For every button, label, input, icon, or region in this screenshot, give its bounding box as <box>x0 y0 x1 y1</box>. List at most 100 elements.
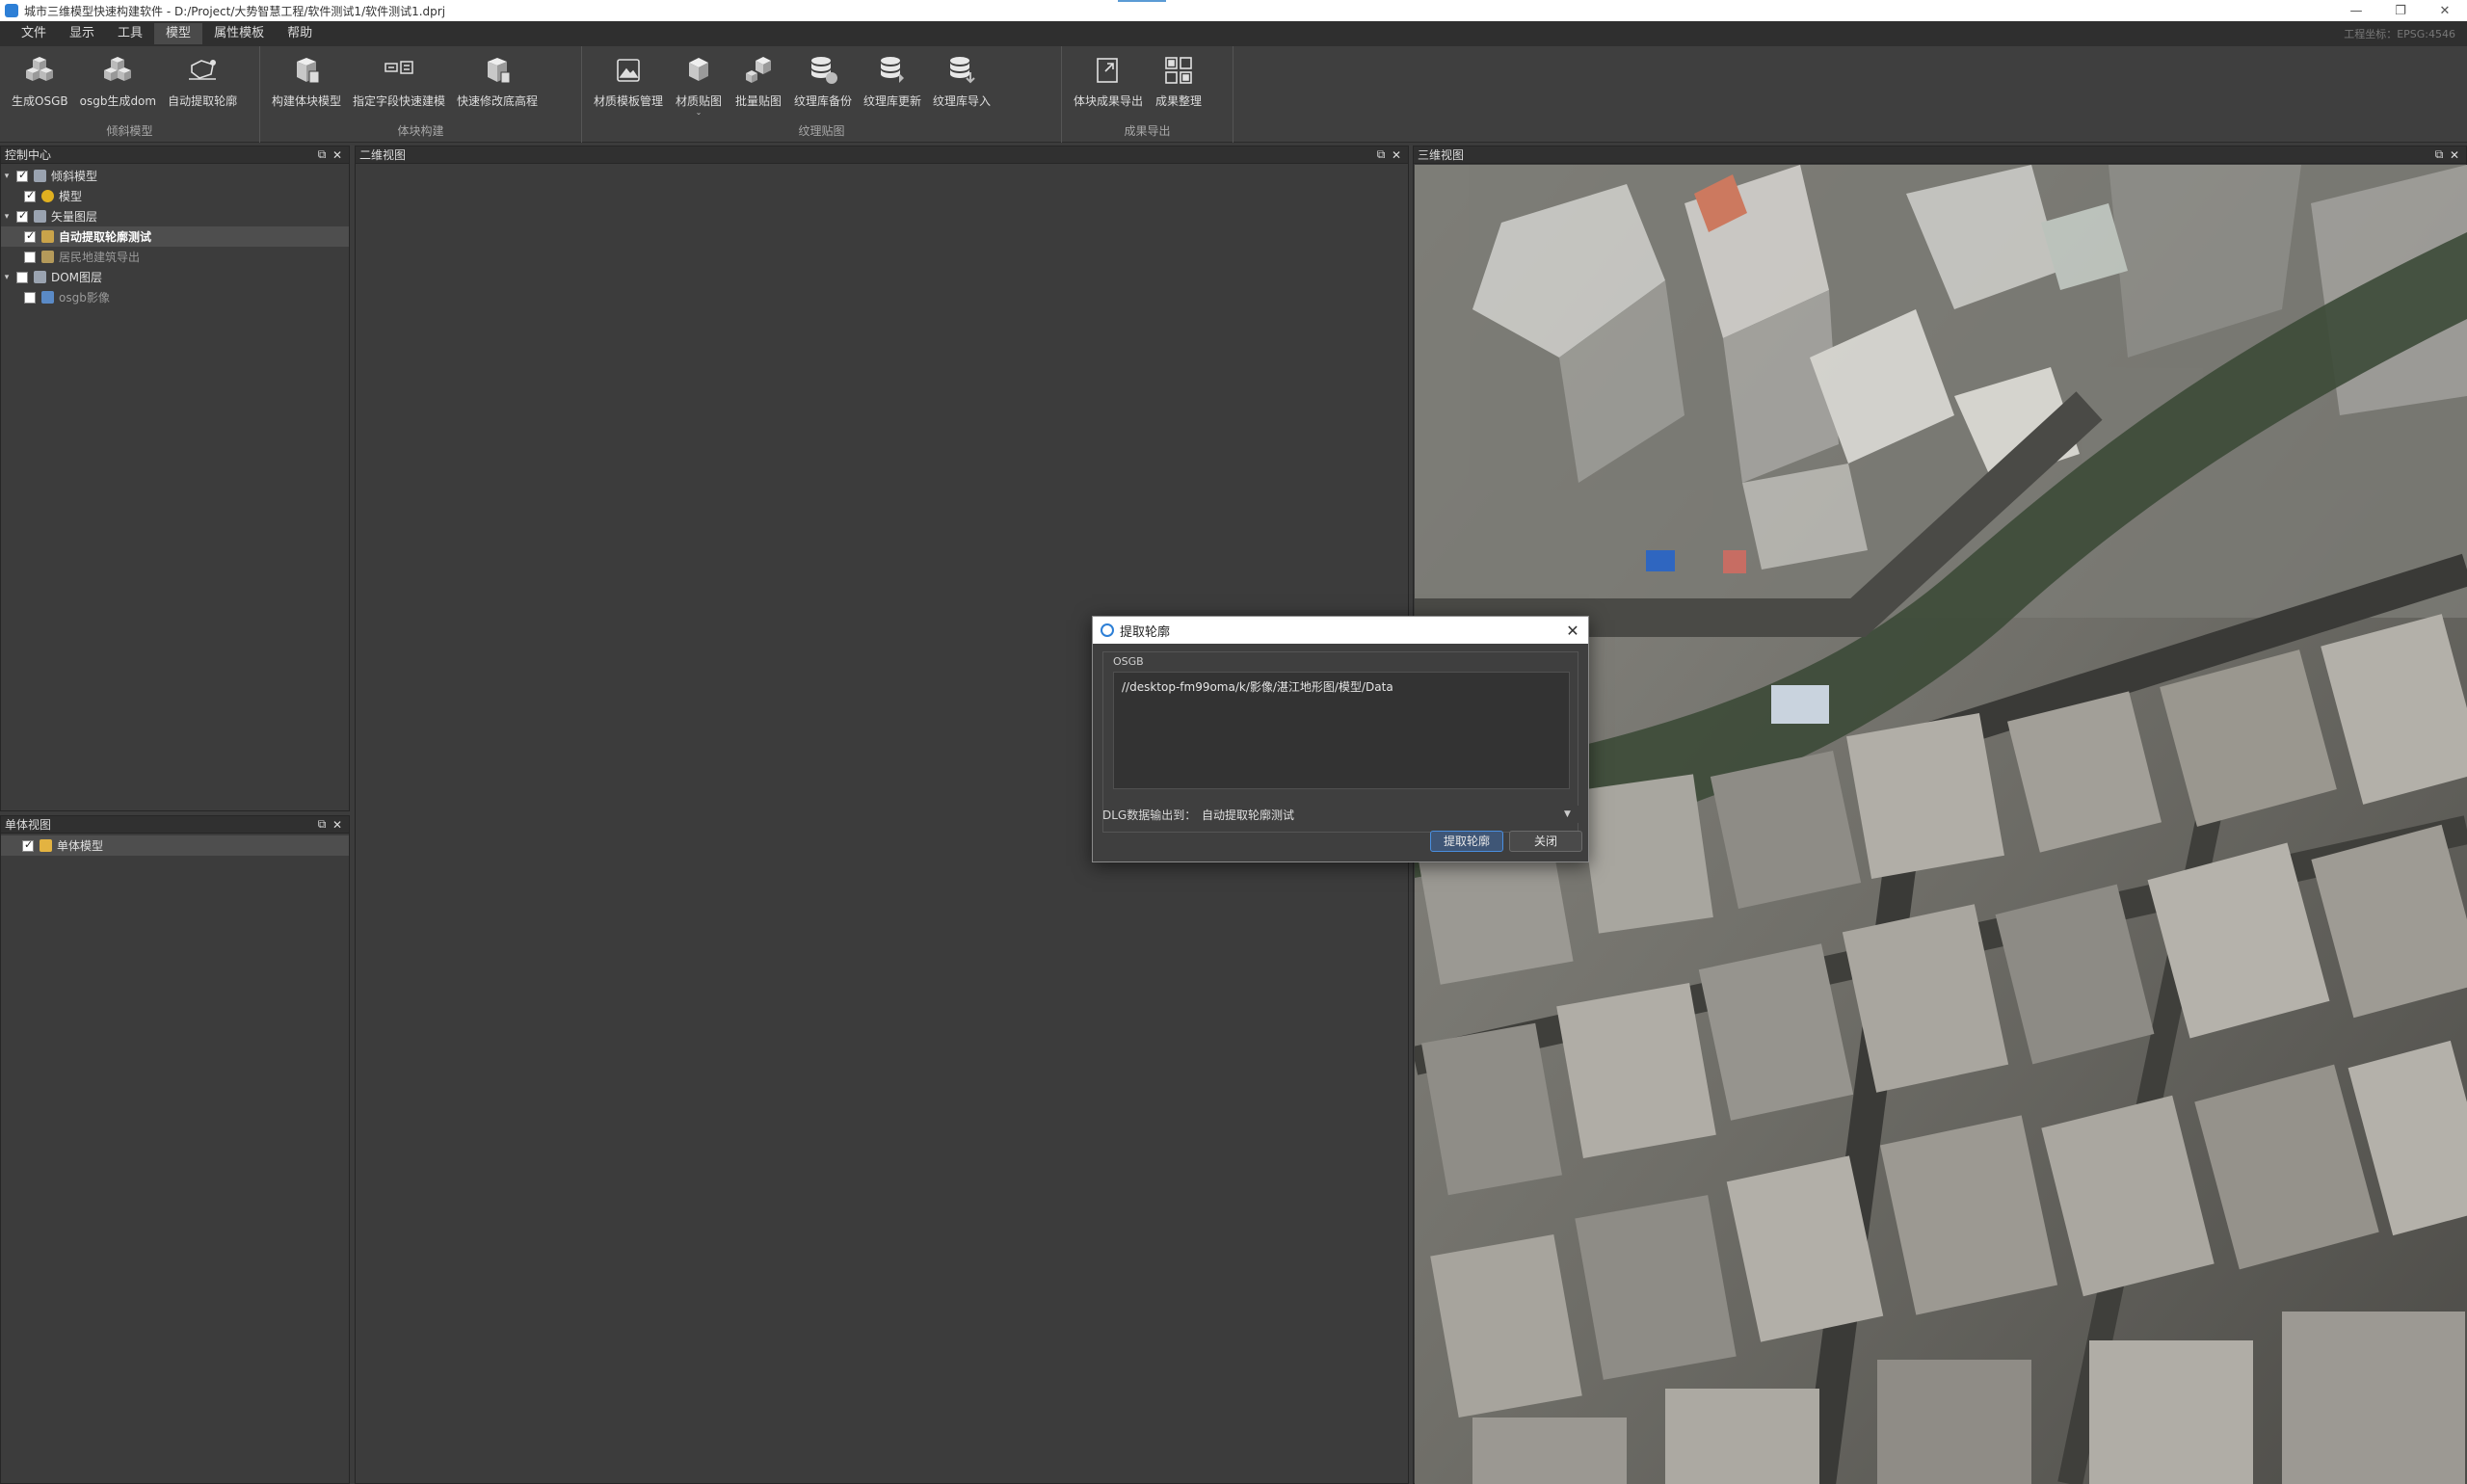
layer-checkbox[interactable] <box>16 169 28 182</box>
menu-help[interactable]: 帮助 <box>276 23 324 44</box>
material-map-label: 材质贴图 <box>676 94 723 108</box>
tree-item-model[interactable]: 模型 <box>1 186 349 206</box>
image-icon <box>41 291 54 304</box>
tree-item-osgb-image[interactable]: osgb影像 <box>1 287 349 307</box>
dialog-app-icon <box>1101 623 1114 637</box>
osgb-group-label: OSGB <box>1113 655 1144 668</box>
auto-extract-outline-label: 自动提取轮廓 <box>168 94 238 108</box>
block-export-label: 体块成果导出 <box>1074 94 1144 108</box>
panel-header: 控制中心 ⧉ ✕ <box>1 146 349 164</box>
tree-item-oblique-model[interactable]: ▾ 倾斜模型 <box>1 166 349 186</box>
dlg-output-value: 自动提取轮廓测试 <box>1202 808 1295 822</box>
app-icon <box>5 4 18 17</box>
vector-icon <box>41 251 54 263</box>
ribbon-group-label: 成果导出 <box>1124 124 1171 138</box>
float-icon[interactable]: ⧉ <box>2431 147 2447 162</box>
model-checkbox[interactable] <box>22 838 34 852</box>
close-icon[interactable]: ✕ <box>330 818 345 832</box>
vector-icon <box>41 230 54 243</box>
panel-title: 控制中心 <box>5 148 52 162</box>
material-template-label: 材质模板管理 <box>594 94 664 108</box>
ribbon-group-oblique: 生成OSGB osgb生成dom 自动提取轮廓 倾斜模型 <box>0 46 260 143</box>
minimize-icon[interactable]: — <box>2334 4 2378 18</box>
close-icon[interactable]: ✕ <box>330 148 345 162</box>
layer-checkbox[interactable] <box>24 189 36 202</box>
restore-icon[interactable]: ❐ <box>2378 4 2423 18</box>
dlg-output-select[interactable]: 自动提取轮廓测试 ▼ <box>1199 806 1578 823</box>
panel-header: 三维视图 ⧉ ✕ <box>1414 146 2466 164</box>
model-icon <box>41 190 54 202</box>
float-icon[interactable]: ⧉ <box>314 817 330 832</box>
menu-tools[interactable]: 工具 <box>106 23 154 44</box>
modify-elevation-label: 快速修改底高程 <box>457 94 539 108</box>
field-quick-model-label: 指定字段快速建模 <box>353 94 446 108</box>
layer-checkbox[interactable] <box>24 251 36 263</box>
tree-item-label: 自动提取轮廓测试 <box>59 230 152 244</box>
layer-checkbox[interactable] <box>24 229 36 243</box>
elevation-icon <box>488 58 511 84</box>
menu-bar: 文件 显示 工具 模型 属性模板 帮助 工程坐标：EPSG:4546 <box>0 21 2467 46</box>
material-map-icon <box>689 58 709 81</box>
expand-arrow-icon[interactable]: ▾ <box>1 212 13 222</box>
layer-checkbox[interactable] <box>16 209 28 223</box>
tree-item-single-model[interactable]: 单体模型 <box>1 835 349 856</box>
texture-update-label: 纹理库更新 <box>863 94 922 108</box>
osgb-path-item[interactable]: //desktop-fm99oma/k/影像/湛江地形图/模型/Data <box>1122 678 1561 695</box>
osgb-path-list[interactable]: //desktop-fm99oma/k/影像/湛江地形图/模型/Data <box>1113 672 1570 789</box>
close-icon[interactable]: ✕ <box>1557 622 1588 640</box>
close-icon[interactable]: ✕ <box>2423 4 2467 18</box>
menu-model[interactable]: 模型 <box>154 23 203 44</box>
panel-header: 单体视图 ⧉ ✕ <box>1 816 349 834</box>
osgb-dom-icon <box>104 57 132 81</box>
layer-checkbox[interactable] <box>24 291 36 304</box>
expand-arrow-icon[interactable]: ▾ <box>1 273 13 282</box>
tree-item-dom-layer[interactable]: ▾ DOM图层 <box>1 267 349 287</box>
panel-header: 二维视图 ⧉ ✕ <box>356 146 1408 164</box>
layer-checkbox[interactable] <box>16 271 28 283</box>
extract-outline-button[interactable]: 提取轮廓 <box>1430 831 1503 852</box>
menu-file[interactable]: 文件 <box>10 23 58 44</box>
chevron-down-icon[interactable]: ▼ <box>1564 809 1578 819</box>
folder-icon <box>40 839 52 852</box>
dialog-title-bar: 提取轮廓 ✕ <box>1093 617 1588 644</box>
close-icon[interactable]: ✕ <box>1389 148 1404 162</box>
extract-outline-icon <box>189 60 217 80</box>
panel-title: 二维视图 <box>359 148 407 162</box>
ribbon-group-label: 倾斜模型 <box>106 124 153 138</box>
menu-attribute-template[interactable]: 属性模板 <box>202 23 276 44</box>
dlg-output-row: DLG数据输出到： 自动提取轮廓测试 ▼ <box>1102 806 1578 823</box>
expand-arrow-icon[interactable]: ▾ <box>1 172 13 181</box>
close-dialog-button[interactable]: 关闭 <box>1509 831 1582 852</box>
export-icon <box>1097 58 1118 83</box>
tree-item-residential-export[interactable]: 居民地建筑导出 <box>1 247 349 267</box>
float-icon[interactable]: ⧉ <box>1373 147 1389 162</box>
dlg-output-label: DLG数据输出到： <box>1102 808 1197 822</box>
tree-item-label: 倾斜模型 <box>51 170 98 183</box>
tree-item-auto-extract-test[interactable]: 自动提取轮廓测试 <box>1 226 349 247</box>
batch-map-icon <box>746 57 772 83</box>
ribbon-toolbar: 生成OSGB osgb生成dom 自动提取轮廓 倾斜模型 构建体块模型 指定字段… <box>0 46 2467 143</box>
close-icon[interactable]: ✕ <box>2447 148 2462 162</box>
osgb-to-dom-label: osgb生成dom <box>79 94 157 108</box>
panel-title: 单体视图 <box>5 818 52 832</box>
blue-roof <box>1771 685 1829 724</box>
tree-item-vector-layers[interactable]: ▾ 矢量图层 <box>1 206 349 226</box>
tree-item-label: 单体模型 <box>57 839 104 853</box>
tree-item-label: osgb影像 <box>59 291 110 305</box>
menu-display[interactable]: 显示 <box>58 23 106 44</box>
texture-import-icon <box>950 57 975 84</box>
tree-item-label: 居民地建筑导出 <box>59 251 141 264</box>
float-icon[interactable]: ⧉ <box>314 147 330 162</box>
organize-results-label: 成果整理 <box>1155 94 1203 108</box>
osgb-cubes-icon <box>26 57 54 81</box>
material-template-icon <box>617 59 640 82</box>
window-title: 城市三维模型快速构建软件 - D:/Project/大势智慧工程/软件测试1/软… <box>24 4 446 18</box>
ribbon-group-label: 体块构建 <box>397 124 444 138</box>
tree-item-label: DOM图层 <box>51 271 103 284</box>
dialog-title: 提取轮廓 <box>1120 624 1171 640</box>
project-coordinate: 工程坐标：EPSG:4546 <box>2344 28 2455 40</box>
texture-update-icon <box>881 57 905 83</box>
chevron-down-icon[interactable]: ⌄ <box>696 109 703 117</box>
blue-roof <box>1646 550 1675 571</box>
batch-map-label: 批量贴图 <box>735 94 783 108</box>
